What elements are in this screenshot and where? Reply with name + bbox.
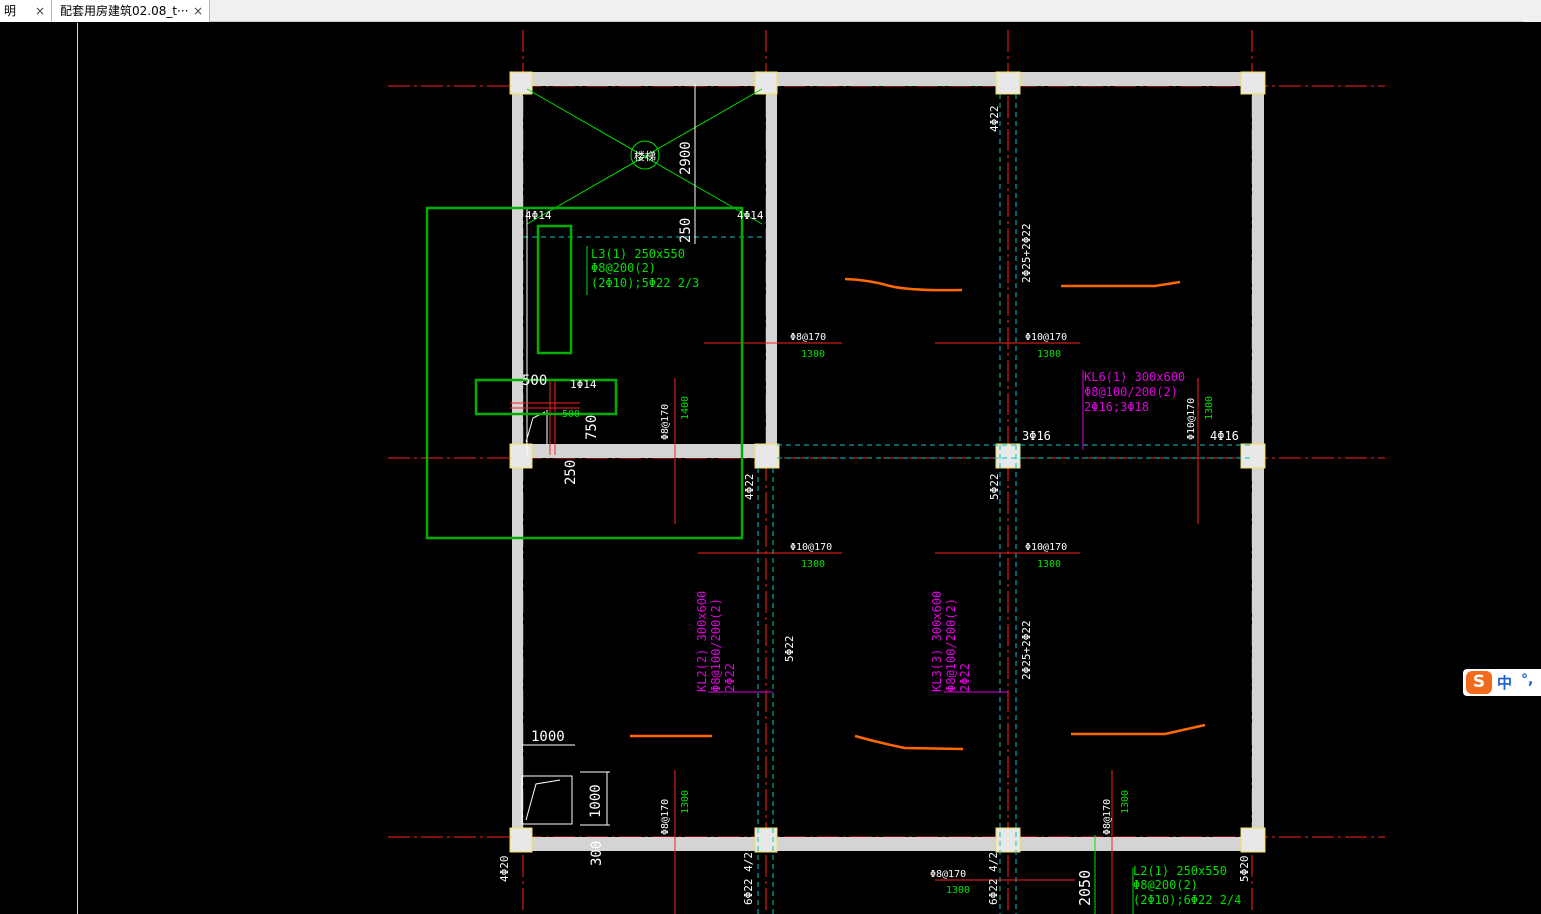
dim-1000: 1000	[531, 729, 565, 745]
slab-bar-1: Φ8@170	[790, 332, 826, 343]
beam-KL6-line3: 2Φ16;3Φ18	[1084, 400, 1149, 414]
dim-250-b: 250	[563, 460, 579, 485]
tab-document-1[interactable]: 明 ×	[0, 0, 52, 22]
dim-250-a: 250	[678, 218, 694, 243]
rebar-4phi16: 4Φ16	[1210, 429, 1239, 443]
dim-300: 300	[589, 841, 605, 866]
beam-L2-line2: Φ8@200(2)	[1133, 878, 1198, 892]
slab-len-9: 1300	[946, 885, 970, 896]
beam-KL6-line1: KL6(1) 300x600	[1084, 370, 1185, 384]
rebar-4phi22-top: 4Φ22	[988, 106, 1001, 133]
slab-bar-8: Φ8@170	[1102, 799, 1113, 835]
rebar-5phi22-mid: 5Φ22	[988, 474, 1001, 501]
sogou-ime-icon[interactable]: S	[1466, 671, 1492, 694]
beam-L2-line1: L2(1) 250x550	[1133, 864, 1227, 878]
slab-len-4: 1300	[1037, 559, 1061, 570]
rebar-4phi20: 4Φ20	[498, 856, 511, 883]
beam-label-L2: L2(1) 250x550 Φ8@200(2) (2Φ10);6Φ22 2/4	[1133, 864, 1241, 907]
beam-label-KL3: KL3(3) 300x600 Φ8@100/200(2) 2Φ22	[930, 591, 972, 692]
hidden-beam-lines	[523, 94, 1252, 914]
dim-500: 500	[522, 373, 547, 389]
beam-KL3-line2: Φ8@100/200(2)	[944, 598, 958, 692]
slab-len-8: 1300	[1120, 790, 1131, 814]
rebar-500-sub: 500	[562, 409, 580, 420]
slab-len-6: 1300	[1204, 396, 1215, 420]
rebar-4phi14-left: 4Φ14	[525, 209, 552, 222]
beam-KL2-line3: 2Φ22	[723, 663, 737, 692]
beam-KL3-line1: KL3(3) 300x600	[930, 591, 944, 692]
cad-drawing-canvas[interactable]: 楼梯 2900 250 250 500 750 1000 1000 300 20…	[0, 23, 1541, 914]
rebar-5phi22-low: 5Φ22	[783, 636, 796, 663]
slab-bar-5: Φ8@170	[660, 404, 671, 440]
beam-KL3-line3: 2Φ22	[958, 663, 972, 692]
ime-status-bar[interactable]: S 中 °,	[1463, 669, 1541, 696]
slab-len-1: 1300	[801, 349, 825, 360]
rebar-2phi25-low: 2Φ25+2Φ22	[1020, 620, 1033, 680]
rebar-4phi22-mid: 4Φ22	[743, 474, 756, 501]
slab-len-3: 1300	[801, 559, 825, 570]
beam-label-L3: L3(1) 250x550 Φ8@200(2) (2Φ10);5Φ22 2/3	[591, 247, 699, 290]
slab-bar-9: Φ8@170	[930, 869, 966, 880]
rebar-5phi20: 5Φ20	[1238, 856, 1251, 883]
dim-750: 750	[584, 415, 600, 440]
selection-highlights	[425, 206, 744, 540]
close-icon[interactable]: ×	[35, 0, 45, 22]
tab-scroll-area	[1523, 0, 1541, 22]
rebar-6phi22-a: 6Φ22 4/2	[742, 852, 755, 905]
stair-label: 楼梯	[634, 149, 656, 163]
rebar-6phi22-b: 6Φ22 4/2	[987, 852, 1000, 905]
rebar-4phi14-right: 4Φ14	[737, 209, 764, 222]
beam-KL2-line2: Φ8@100/200(2)	[709, 598, 723, 692]
rebar-3phi16: 3Φ16	[1022, 429, 1051, 443]
beam-L3-line3: (2Φ10);5Φ22 2/3	[591, 276, 699, 290]
beam-KL2-line1: KL2(2) 300x600	[695, 591, 709, 692]
beam-KL6-line2: Φ8@100/200(2)	[1084, 385, 1178, 399]
slab-bar-2: Φ10@170	[1025, 332, 1067, 343]
beam-L3-line1: L3(1) 250x550	[591, 247, 685, 261]
tab-document-2[interactable]: 配套用房建筑02.08_t··· ×	[52, 0, 210, 22]
slab-len-5: 1400	[680, 396, 691, 420]
slab-bar-7: Φ8@170	[660, 799, 671, 835]
close-icon[interactable]: ×	[193, 0, 203, 22]
slab-len-2: 1300	[1037, 349, 1061, 360]
ime-punctuation-toggle[interactable]: °,	[1521, 672, 1533, 688]
tab-label: 明	[4, 4, 17, 18]
dim-2050: 2050	[1076, 870, 1094, 906]
slab-bar-3: Φ10@170	[790, 542, 832, 553]
rebar-1phi14: 1Φ14	[570, 378, 597, 391]
beam-label-KL6: KL6(1) 300x600 Φ8@100/200(2) 2Φ16;3Φ18	[1084, 370, 1185, 414]
beam-label-KL2: KL2(2) 300x600 Φ8@100/200(2) 2Φ22	[695, 591, 737, 692]
slab-len-7: 1300	[680, 790, 691, 814]
dim-1000-vertical: 1000	[588, 784, 604, 818]
slab-bar-4: Φ10@170	[1025, 542, 1067, 553]
rebar-2phi25-top: 2Φ25+2Φ22	[1020, 223, 1033, 283]
axis-grid	[388, 30, 1385, 914]
ime-language-toggle[interactable]: 中	[1497, 672, 1512, 693]
slab-bar-6: Φ10@170	[1186, 398, 1197, 440]
beam-L2-line3: (2Φ10);6Φ22 2/4	[1133, 893, 1241, 907]
tab-label: 配套用房建筑02.08_t···	[60, 4, 189, 18]
slab-rebar-lines	[510, 342, 1199, 914]
dim-2900: 2900	[678, 141, 694, 175]
document-tab-bar: 明 × 配套用房建筑02.08_t··· ×	[0, 0, 1541, 22]
beam-L3-line2: Φ8@200(2)	[591, 261, 656, 275]
